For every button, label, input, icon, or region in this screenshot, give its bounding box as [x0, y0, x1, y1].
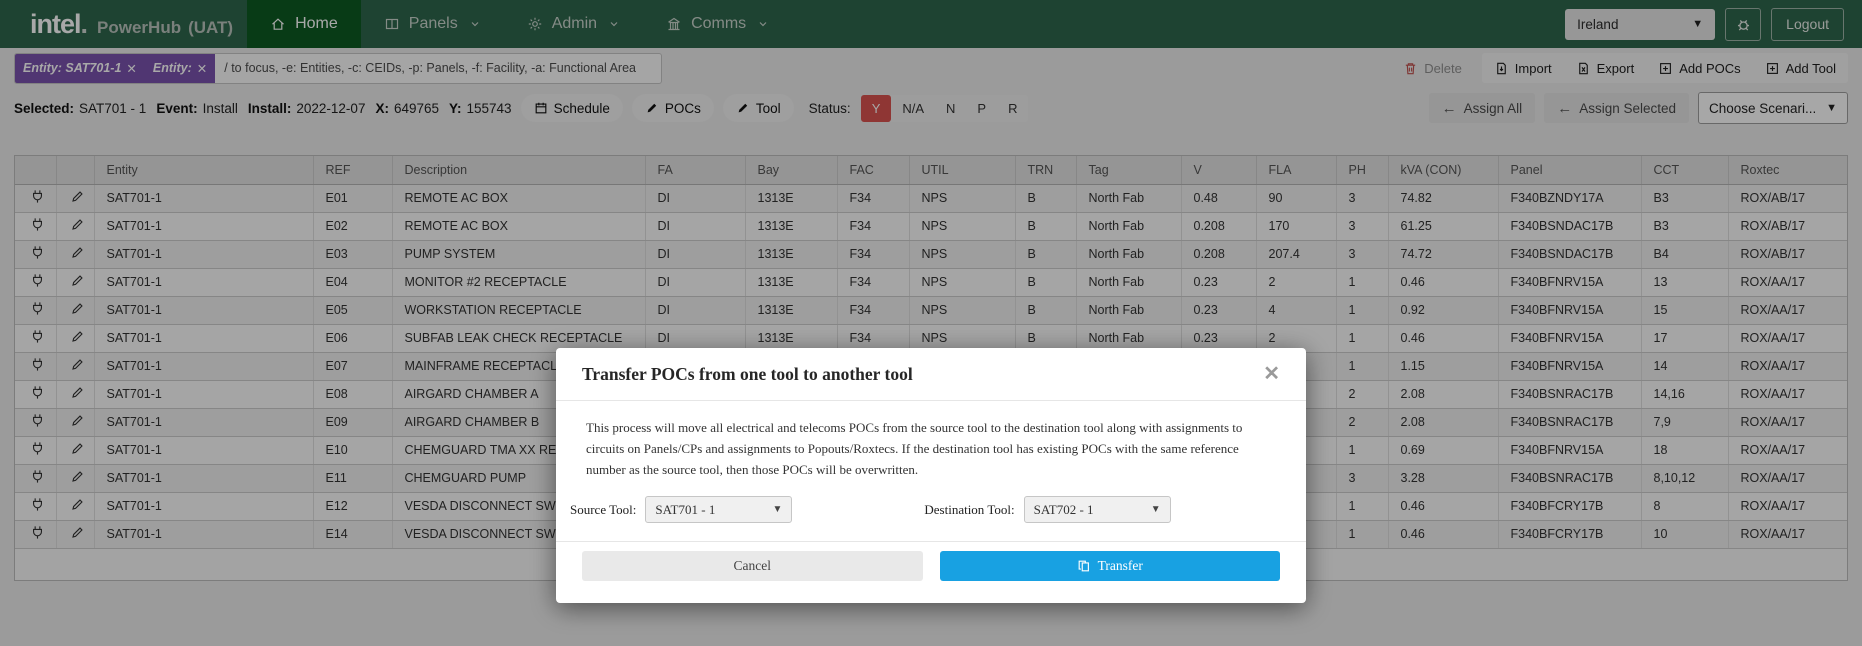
- cancel-button[interactable]: Cancel: [582, 551, 923, 581]
- destination-tool-value: SAT702 - 1: [1034, 502, 1094, 518]
- source-tool-select[interactable]: SAT701 - 1 ▼: [645, 496, 792, 523]
- destination-tool-label: Destination Tool:: [924, 502, 1014, 518]
- transfer-label: Transfer: [1098, 558, 1143, 574]
- modal-description: This process will move all electrical an…: [556, 401, 1306, 480]
- modal-form: Source Tool: SAT701 - 1 ▼ Destination To…: [556, 496, 1306, 523]
- source-tool-group: Source Tool: SAT701 - 1 ▼: [570, 496, 792, 523]
- close-icon[interactable]: ✕: [1263, 364, 1280, 384]
- source-tool-label: Source Tool:: [570, 502, 636, 518]
- modal-title: Transfer POCs from one tool to another t…: [582, 364, 913, 385]
- modal-header: Transfer POCs from one tool to another t…: [556, 348, 1306, 401]
- copy-transfer-icon: [1077, 559, 1091, 573]
- cancel-label: Cancel: [734, 558, 771, 574]
- caret-down-icon: ▼: [1151, 504, 1161, 515]
- modal-footer: Cancel Transfer: [556, 541, 1306, 603]
- transfer-button[interactable]: Transfer: [940, 551, 1281, 581]
- transfer-pocs-modal: Transfer POCs from one tool to another t…: [556, 348, 1306, 603]
- destination-tool-group: Destination Tool: SAT702 - 1 ▼: [924, 496, 1170, 523]
- destination-tool-select[interactable]: SAT702 - 1 ▼: [1024, 496, 1171, 523]
- caret-down-icon: ▼: [772, 504, 782, 515]
- source-tool-value: SAT701 - 1: [655, 502, 715, 518]
